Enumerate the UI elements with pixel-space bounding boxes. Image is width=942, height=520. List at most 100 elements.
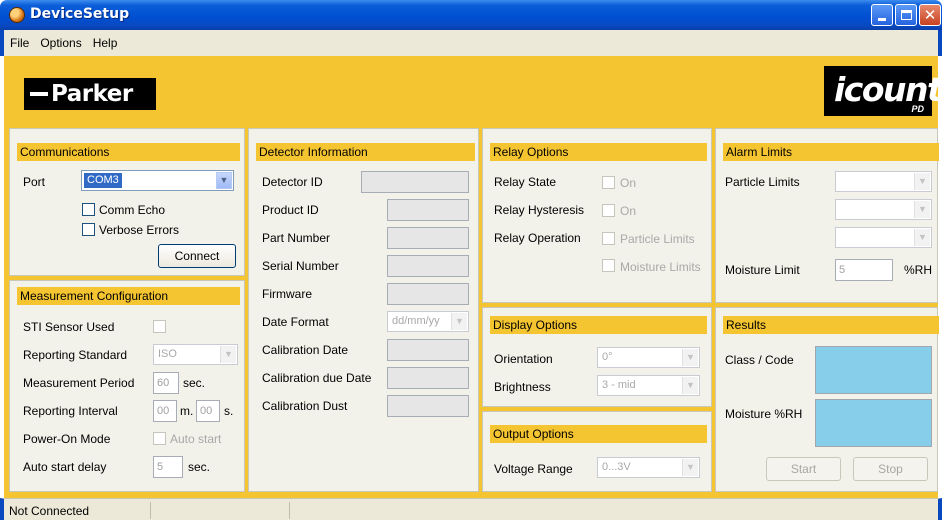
sti-sensor-checkbox[interactable] bbox=[153, 320, 166, 333]
date-format-label: Date Format bbox=[262, 315, 329, 329]
output-panel: Output Options Voltage Range 0...3V ▼ bbox=[482, 411, 712, 492]
product-id-field bbox=[387, 199, 469, 221]
orientation-select[interactable]: 0° ▼ bbox=[597, 347, 700, 368]
reporting-interval-sec-input[interactable]: 00 bbox=[196, 400, 220, 422]
menu-help[interactable]: Help bbox=[93, 36, 118, 50]
comm-echo-checkbox[interactable] bbox=[82, 203, 95, 216]
port-label: Port bbox=[23, 175, 46, 189]
detector-id-label: Detector ID bbox=[262, 175, 323, 189]
connect-button[interactable]: Connect bbox=[158, 244, 236, 268]
chevron-down-icon[interactable]: ▼ bbox=[451, 313, 467, 330]
particle-limits-checkbox[interactable] bbox=[602, 232, 615, 245]
particle-limits-option: Particle Limits bbox=[620, 232, 695, 246]
communications-panel: Communications Port COM3 ▼ Comm Echo Ver… bbox=[9, 128, 245, 276]
window-title: DeviceSetup bbox=[30, 6, 130, 22]
minimize-button[interactable] bbox=[871, 4, 893, 26]
moisture-rh-display bbox=[815, 399, 932, 447]
measurement-period-label: Measurement Period bbox=[23, 376, 135, 390]
date-format-value: dd/mm/yy bbox=[392, 315, 440, 327]
voltage-range-select[interactable]: 0...3V ▼ bbox=[597, 457, 700, 478]
voltage-range-label: Voltage Range bbox=[494, 462, 573, 476]
relay-hysteresis-label: Relay Hysteresis bbox=[494, 203, 585, 217]
chevron-down-icon[interactable]: ▼ bbox=[914, 201, 930, 218]
part-number-label: Part Number bbox=[262, 231, 331, 245]
maximize-icon bbox=[900, 10, 912, 20]
calibration-date-field bbox=[387, 339, 469, 361]
close-button[interactable]: ✕ bbox=[919, 4, 941, 26]
firmware-label: Firmware bbox=[262, 287, 312, 301]
status-divider-1 bbox=[150, 502, 151, 519]
reporting-standard-value: ISO bbox=[158, 348, 177, 360]
serial-number-label: Serial Number bbox=[262, 259, 339, 273]
measurement-header: Measurement Configuration bbox=[17, 287, 240, 305]
parker-logo: Parker bbox=[24, 78, 156, 110]
relay-panel: Relay Options Relay State On Relay Hyste… bbox=[482, 128, 712, 303]
stop-button[interactable]: Stop bbox=[853, 457, 928, 481]
calibration-dust-label: Calibration Dust bbox=[262, 399, 348, 413]
relay-hysteresis-checkbox[interactable] bbox=[602, 204, 615, 217]
main-area: Communications Port COM3 ▼ Comm Echo Ver… bbox=[4, 124, 939, 498]
product-id-label: Product ID bbox=[262, 203, 319, 217]
start-button[interactable]: Start bbox=[766, 457, 841, 481]
moisture-rh-label: Moisture %RH bbox=[725, 407, 803, 421]
auto-start-delay-label: Auto start delay bbox=[23, 460, 107, 474]
chevron-down-icon[interactable]: ▼ bbox=[914, 173, 930, 190]
chevron-down-icon[interactable]: ▼ bbox=[682, 377, 698, 394]
results-header: Results bbox=[723, 316, 939, 334]
port-select[interactable]: COM3 ▼ bbox=[81, 170, 234, 191]
reporting-standard-select[interactable]: ISO ▼ bbox=[153, 344, 238, 365]
calibration-date-label: Calibration Date bbox=[262, 343, 349, 357]
relay-state-checkbox[interactable] bbox=[602, 176, 615, 189]
icount-logo-text: icount bbox=[834, 70, 942, 109]
auto-start-delay-input[interactable]: 5 bbox=[153, 456, 183, 478]
chevron-down-icon[interactable]: ▼ bbox=[220, 346, 236, 363]
detector-header: Detector Information bbox=[256, 143, 475, 161]
relay-operation-label: Relay Operation bbox=[494, 231, 581, 245]
relay-hysteresis-option: On bbox=[620, 204, 637, 218]
moisture-limits-checkbox[interactable] bbox=[602, 259, 615, 272]
orientation-value: 0° bbox=[602, 351, 613, 363]
reporting-interval-min-input[interactable]: 00 bbox=[153, 400, 177, 422]
particle-limit-select-1[interactable]: ▼ bbox=[835, 171, 932, 192]
class-code-display bbox=[815, 346, 932, 394]
menu-options[interactable]: Options bbox=[40, 36, 81, 50]
detector-panel: Detector Information Detector ID Product… bbox=[248, 128, 479, 492]
detector-id-field bbox=[361, 171, 469, 193]
moisture-limit-label: Moisture Limit bbox=[725, 263, 800, 277]
minimize-icon bbox=[878, 17, 886, 21]
part-number-field bbox=[387, 227, 469, 249]
class-code-label: Class / Code bbox=[725, 353, 794, 367]
brightness-select[interactable]: 3 - mid ▼ bbox=[597, 375, 700, 396]
display-panel: Display Options Orientation 0° ▼ Brightn… bbox=[482, 307, 712, 407]
particle-limit-select-2[interactable]: ▼ bbox=[835, 199, 932, 220]
chevron-down-icon[interactable]: ▼ bbox=[216, 172, 232, 189]
particle-limit-select-3[interactable]: ▼ bbox=[835, 227, 932, 248]
menu-file[interactable]: File bbox=[10, 36, 29, 50]
relay-state-option: On bbox=[620, 176, 637, 190]
auto-start-checkbox[interactable] bbox=[153, 432, 166, 445]
chevron-down-icon[interactable]: ▼ bbox=[682, 459, 698, 476]
measurement-period-input[interactable]: 60 bbox=[153, 372, 179, 394]
particle-limits-label: Particle Limits bbox=[725, 175, 800, 189]
power-on-mode-label: Power-On Mode bbox=[23, 432, 111, 446]
chevron-down-icon[interactable]: ▼ bbox=[914, 229, 930, 246]
menu-bar: File Options Help bbox=[0, 30, 942, 56]
brightness-label: Brightness bbox=[494, 380, 551, 394]
status-divider-2 bbox=[289, 502, 290, 519]
app-icon bbox=[9, 7, 25, 23]
moisture-limit-input[interactable]: 5 bbox=[835, 259, 893, 281]
title-bar: DeviceSetup ✕ bbox=[0, 0, 942, 30]
comm-echo-label: Comm Echo bbox=[99, 203, 166, 217]
maximize-button[interactable] bbox=[895, 4, 917, 26]
calibration-dust-field bbox=[387, 395, 469, 417]
reporting-interval-sec-unit: s. bbox=[224, 404, 234, 418]
parker-logo-dash bbox=[30, 92, 48, 96]
measurement-period-unit: sec. bbox=[183, 376, 206, 390]
verbose-errors-checkbox[interactable] bbox=[82, 223, 95, 236]
date-format-select[interactable]: dd/mm/yy ▼ bbox=[387, 311, 469, 332]
port-value: COM3 bbox=[84, 173, 122, 188]
sti-sensor-label: STI Sensor Used bbox=[23, 320, 115, 334]
chevron-down-icon[interactable]: ▼ bbox=[682, 349, 698, 366]
relay-state-label: Relay State bbox=[494, 175, 557, 189]
reporting-standard-label: Reporting Standard bbox=[23, 348, 128, 362]
